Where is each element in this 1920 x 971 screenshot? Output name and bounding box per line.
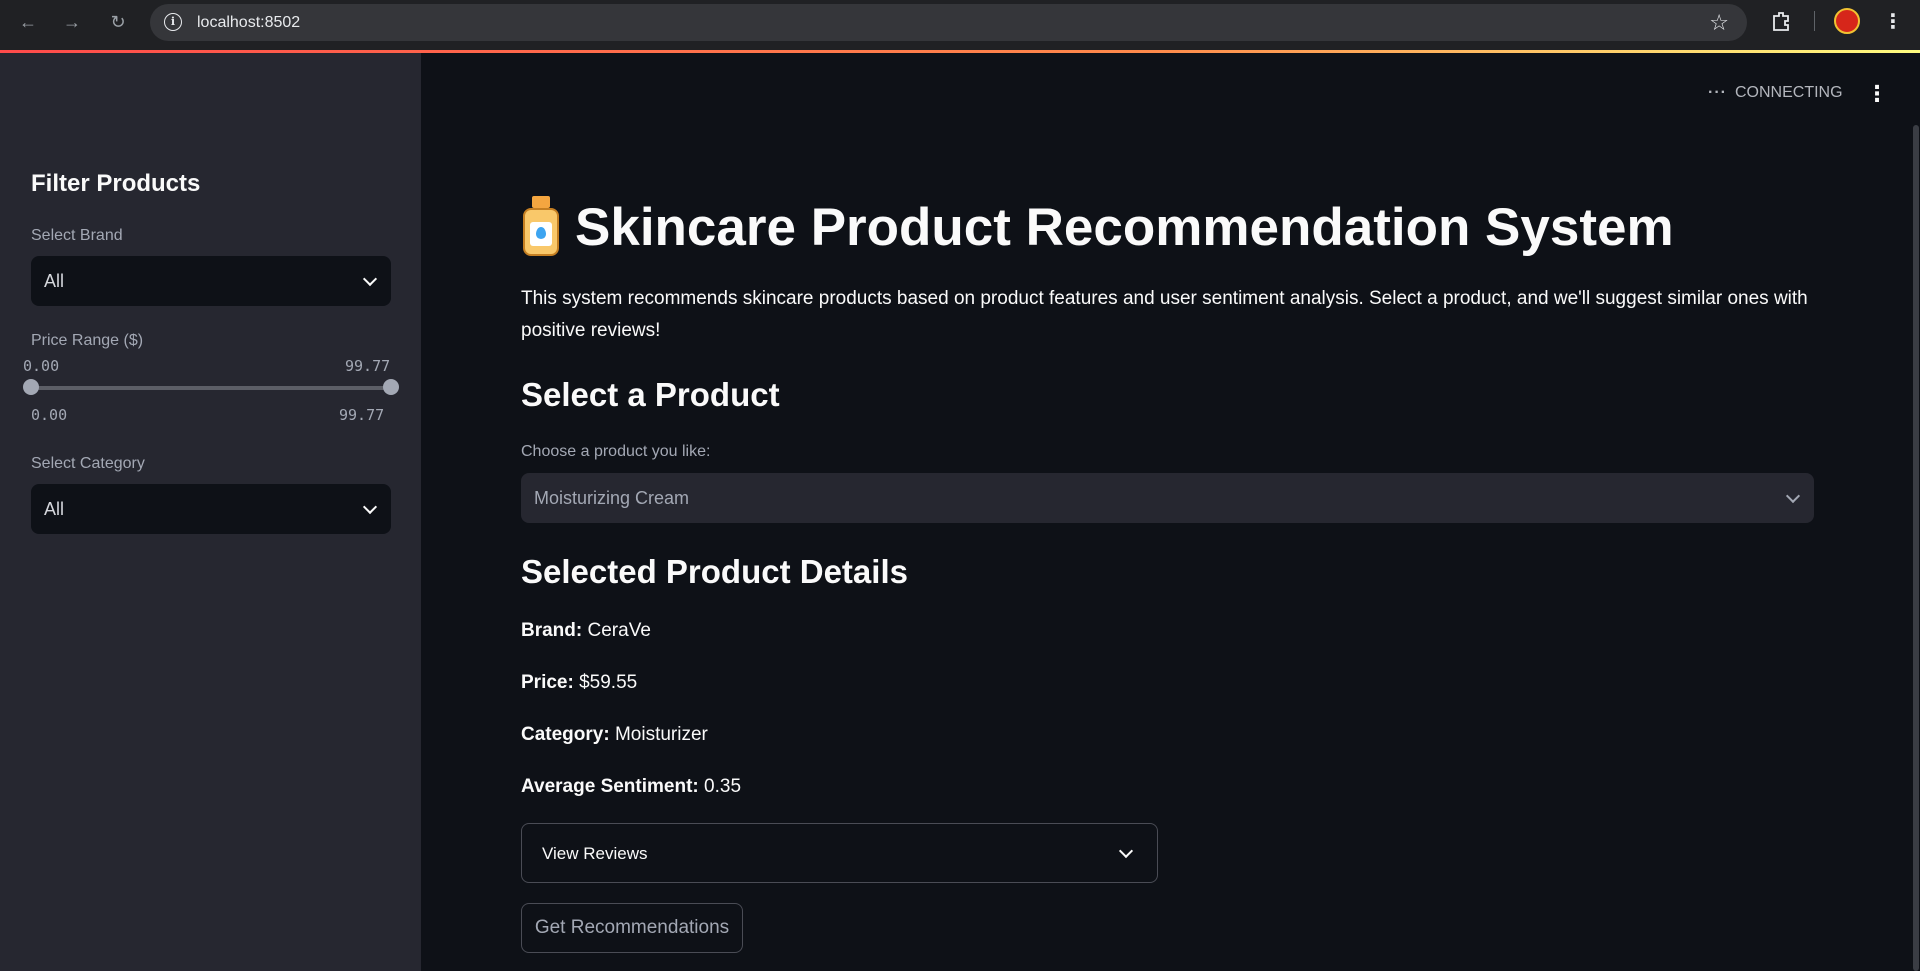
extensions-icon[interactable] [1768, 8, 1794, 34]
price-min-thumb-value: 0.00 [23, 357, 60, 375]
sidebar-title: Filter Products [31, 170, 201, 197]
detail-brand-key: Brand: [521, 620, 583, 641]
price-slider-track[interactable] [31, 386, 391, 390]
category-select[interactable]: All [31, 484, 391, 534]
detail-sentiment-value: 0.35 [704, 776, 742, 797]
chevron-down-icon [362, 271, 378, 287]
avatar [1834, 8, 1860, 34]
detail-category-key: Category: [521, 724, 610, 745]
toolbar-divider [1814, 11, 1815, 31]
chevron-down-icon [1118, 843, 1134, 859]
product-details-heading: Selected Product Details [521, 553, 908, 590]
connection-status: ··· CONNECTING [1708, 84, 1843, 102]
page-description: This system recommends skincare products… [521, 288, 1808, 341]
status-text: CONNECTING [1734, 84, 1843, 101]
detail-sentiment-key: Average Sentiment: [521, 776, 699, 797]
page-title-text: Skincare Product Recommendation System [575, 197, 1674, 257]
product-select[interactable]: Moisturizing Cream [521, 473, 1814, 523]
select-product-heading: Select a Product [521, 376, 780, 413]
brand-label: Select Brand [31, 227, 123, 244]
forward-icon[interactable]: → [58, 8, 86, 36]
url-text: localhost:8502 [197, 14, 301, 31]
detail-price: Price: $59.55 [521, 672, 637, 694]
price-min-value: 0.00 [31, 406, 68, 424]
detail-category: Category: Moisturizer [521, 724, 708, 746]
browser-menu-icon[interactable]: ⋮ [1880, 8, 1906, 34]
lotion-bottle-icon [521, 196, 561, 258]
app-menu-icon[interactable]: ⋮ [1866, 83, 1888, 105]
product-select-value: Moisturizing Cream [534, 488, 690, 508]
chevron-down-icon [362, 499, 378, 515]
get-recommendations-button[interactable]: Get Recommendations [521, 903, 743, 953]
detail-price-key: Price: [521, 672, 574, 693]
ellipsis-icon: ··· [1708, 84, 1727, 101]
detail-brand: Brand: CeraVe [521, 620, 651, 642]
product-select-label: Choose a product you like: [521, 443, 711, 460]
view-reviews-expander[interactable]: View Reviews [521, 823, 1158, 883]
category-label: Select Category [31, 455, 145, 472]
address-bar[interactable]: i localhost:8502 ☆ [150, 4, 1747, 41]
chevron-down-icon [1785, 488, 1801, 504]
price-min-handle[interactable] [23, 379, 39, 395]
back-icon[interactable]: ← [14, 8, 42, 36]
detail-sentiment: Average Sentiment: 0.35 [521, 776, 741, 798]
detail-category-value: Moisturizer [614, 724, 708, 745]
scrollbar[interactable] [1913, 125, 1919, 971]
site-info-icon[interactable]: i [164, 13, 182, 31]
price-max-thumb-value: 99.77 [345, 357, 391, 375]
page-title: Skincare Product Recommendation System [521, 196, 1674, 258]
view-reviews-label: View Reviews [542, 844, 648, 863]
price-max-value: 99.77 [339, 406, 385, 424]
category-select-value: All [44, 499, 65, 519]
brand-select-value: All [44, 271, 65, 291]
price-range-label: Price Range ($) [31, 332, 144, 349]
price-max-handle[interactable] [383, 379, 399, 395]
brand-select[interactable]: All [31, 256, 391, 306]
detail-brand-value: CeraVe [587, 620, 651, 641]
detail-price-value: $59.55 [579, 672, 638, 693]
browser-toolbar: ← → ↻ i localhost:8502 ☆ ⋮ [0, 0, 1920, 51]
profile-avatar[interactable] [1834, 8, 1860, 34]
bookmark-star-icon[interactable]: ☆ [1709, 10, 1729, 36]
reload-icon[interactable]: ↻ [104, 8, 132, 36]
